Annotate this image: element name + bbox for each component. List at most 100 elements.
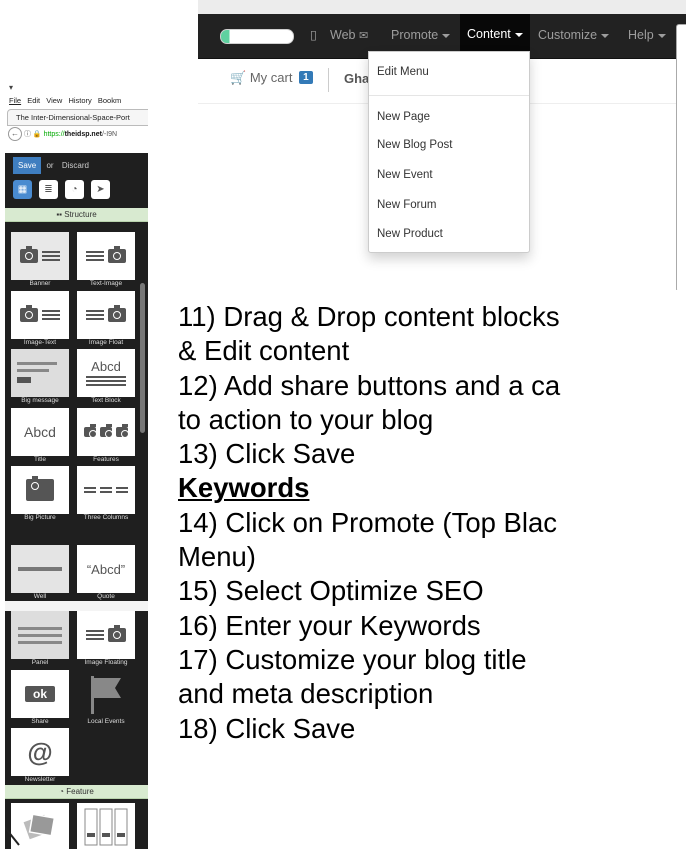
dropdown-new-forum[interactable]: New Forum — [377, 199, 436, 211]
dropdown-new-product[interactable]: New Product — [377, 228, 443, 240]
window-menu-icon[interactable]: ▾ — [9, 83, 13, 92]
url-host: theidsp.net — [64, 131, 102, 138]
camera-icon — [116, 424, 130, 438]
dropdown-edit-menu[interactable]: Edit Menu — [377, 66, 429, 78]
effect-paper-plane-icon[interactable]: ➤ — [91, 180, 110, 199]
camera-icon — [26, 476, 54, 501]
instruction-line: 17) Customize your blog title — [178, 643, 527, 675]
nav-help-label: Help — [628, 28, 654, 42]
nav-web[interactable]: Web ✉ — [330, 26, 368, 45]
structure-grid-icon[interactable]: ▦ — [13, 180, 32, 199]
quote-text: “Abcd” — [86, 561, 126, 577]
photo-stack-icon — [23, 813, 56, 840]
dropdown-new-event[interactable]: New Event — [377, 169, 433, 181]
instruction-line: 12) Add share buttons and a ca — [178, 369, 561, 401]
block-well[interactable] — [11, 545, 69, 593]
structure-section-header[interactable]: ▪▪ Structure — [5, 208, 148, 222]
structure-label: Structure — [64, 210, 97, 219]
dropdown-new-page[interactable]: New Page — [377, 111, 430, 123]
block-panel[interactable] — [11, 611, 69, 659]
nav-help[interactable]: Help — [628, 26, 666, 44]
nav-customize[interactable]: Customize — [538, 26, 610, 44]
block-label: Panel — [31, 659, 49, 666]
browser-tab[interactable]: The Inter-Dimensional-Space-Port — [7, 109, 148, 126]
block-label: Three Columns — [83, 514, 129, 521]
features-thumb — [77, 408, 135, 456]
block-title[interactable]: Abcd — [11, 408, 69, 456]
camera-icon — [19, 305, 38, 322]
text-lines-icon — [85, 249, 104, 263]
menu-edit[interactable]: Edit — [27, 96, 40, 105]
block-text-image[interactable] — [77, 232, 135, 280]
text-image-thumb — [77, 232, 135, 280]
instruction-line: 16) Enter your Keywords — [178, 609, 481, 641]
block-text-block[interactable]: Abcd — [77, 349, 135, 397]
text-lines-icon — [86, 374, 126, 388]
feature-section-header[interactable]: ◔ Feature — [5, 785, 148, 799]
menu-bookmarks[interactable]: Bookm — [98, 96, 121, 105]
block-local-events[interactable] — [77, 670, 135, 718]
instruction-line: to action to your blog — [178, 403, 434, 435]
camera-icon — [108, 305, 127, 322]
feature-pie-icon[interactable]: ◔ — [65, 180, 84, 199]
screenshot-gap — [5, 601, 148, 611]
flag-icon — [91, 676, 121, 714]
my-cart-link[interactable]: 🛒 My cart 1 — [230, 70, 313, 86]
camera-icon — [108, 246, 127, 263]
block-share[interactable]: ok — [11, 670, 69, 718]
block-feature-pricing[interactable] — [77, 803, 135, 849]
block-banner[interactable] — [11, 232, 69, 280]
save-button[interactable]: Save — [13, 157, 42, 174]
block-newsletter[interactable]: @ — [11, 728, 69, 776]
block-label: Local Events — [87, 718, 125, 725]
pricing-thumb — [77, 803, 135, 849]
title-thumb: Abcd — [11, 408, 69, 456]
menu-file[interactable]: File — [9, 96, 21, 105]
newsletter-thumb: @ — [11, 728, 69, 776]
menu-history[interactable]: History — [68, 96, 91, 105]
block-features[interactable] — [77, 408, 135, 456]
category-icon-row: ▦ ≣ ◔ ➤ — [5, 177, 148, 203]
instruction-line: and meta description — [178, 678, 434, 710]
caret-down-icon — [514, 32, 523, 37]
site-name: Gha — [344, 71, 370, 86]
site-logo[interactable] — [220, 29, 294, 44]
block-label: Text Block — [91, 397, 121, 404]
block-label: Image Floating — [84, 659, 128, 666]
block-three-columns[interactable] — [77, 466, 135, 514]
block-label: Image Float — [88, 339, 124, 346]
back-arrow-icon[interactable]: ← — [8, 127, 22, 142]
mobile-icon[interactable]: ▯ — [310, 26, 317, 44]
browser-menubar: File Edit View History Bookm — [5, 96, 148, 108]
text-lines-icon — [42, 249, 61, 263]
dropdown-divider — [369, 95, 529, 96]
caret-down-icon — [601, 33, 610, 38]
block-image-text[interactable] — [11, 291, 69, 339]
text-block-thumb: Abcd — [77, 349, 135, 397]
block-label: Share — [31, 718, 49, 725]
instruction-line: 14) Click on Promote (Top Blac — [178, 506, 558, 538]
block-big-picture[interactable] — [11, 466, 69, 514]
discard-button[interactable]: Discard — [62, 161, 89, 170]
nav-promote[interactable]: Promote — [391, 26, 451, 44]
url-bar[interactable]: ← ⓘ 🔒 https://theidsp.net/-I9N — [5, 127, 148, 143]
dropdown-new-blog-post[interactable]: New Blog Post — [377, 139, 452, 151]
text-lines-icon — [100, 485, 112, 495]
sidebar-scrollbar[interactable] — [140, 283, 145, 433]
block-quote[interactable]: “Abcd” — [77, 545, 135, 593]
block-image-floating[interactable] — [77, 611, 135, 659]
menu-view[interactable]: View — [46, 96, 62, 105]
block-label: Title — [33, 456, 47, 463]
url-path: /-I9N — [101, 131, 118, 138]
block-image-float[interactable] — [77, 291, 135, 339]
local-events-thumb — [77, 670, 135, 718]
block-label: Features — [93, 456, 119, 463]
instruction-line: 13) Click Save — [178, 438, 356, 470]
lock-icon: 🔒 — [32, 131, 42, 138]
block-big-message[interactable] — [11, 349, 69, 397]
big-picture-thumb — [11, 466, 69, 514]
instruction-line: & Edit content — [178, 335, 350, 367]
nav-content[interactable]: Content — [460, 14, 530, 56]
content-list-icon[interactable]: ≣ — [39, 180, 58, 199]
well-thumb — [11, 545, 69, 593]
